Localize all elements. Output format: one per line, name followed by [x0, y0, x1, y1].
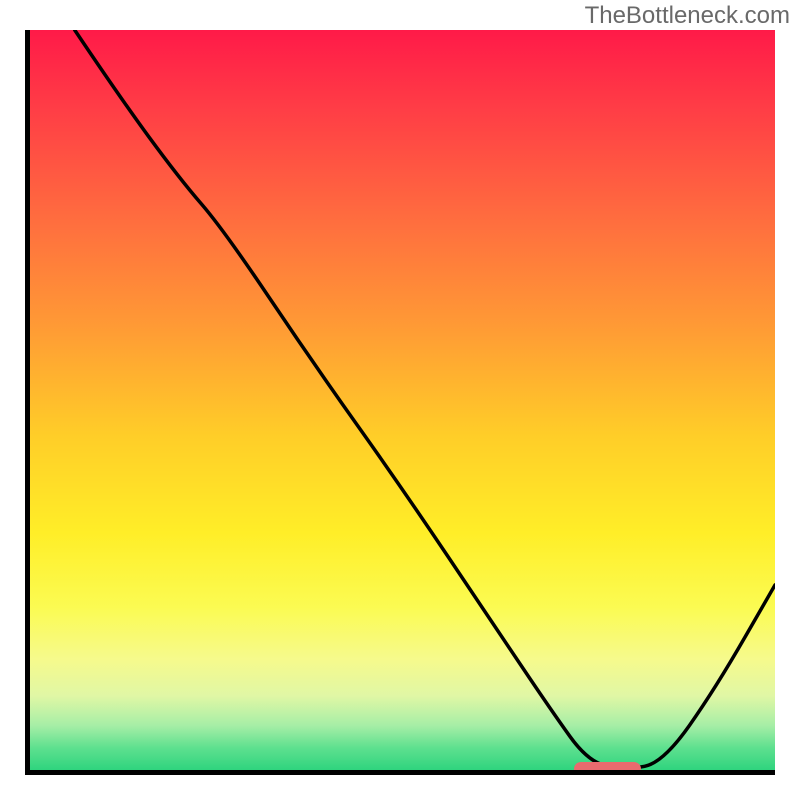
watermark-text: TheBottleneck.com	[585, 2, 790, 30]
bottleneck-curve	[30, 30, 775, 770]
optimum-marker	[574, 762, 641, 775]
plot-area	[25, 30, 775, 775]
chart-container: TheBottleneck.com	[0, 0, 800, 800]
